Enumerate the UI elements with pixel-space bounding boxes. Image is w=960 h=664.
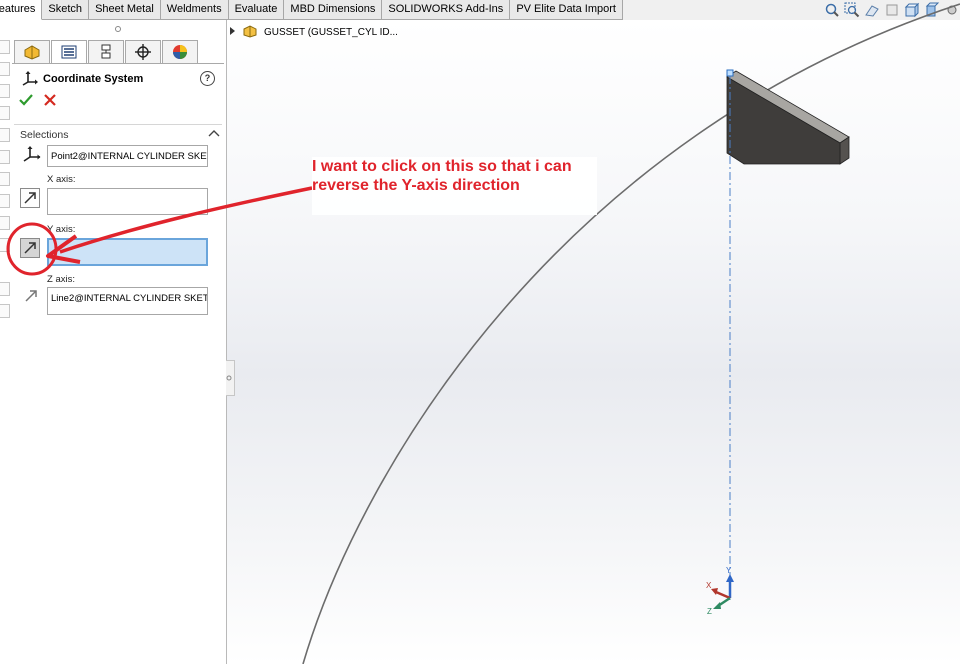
tab-pv-elite-data-import[interactable]: PV Elite Data Import xyxy=(510,0,623,20)
command-manager-tabs: Features Sketch Sheet Metal Weldments Ev… xyxy=(0,0,623,20)
tab-solidworks-add-ins[interactable]: SOLIDWORKS Add-Ins xyxy=(382,0,511,20)
feature-tree-flyout: GUSSET (GUSSET_CYL ID... xyxy=(230,24,398,41)
tab-sheet-metal[interactable]: Sheet Metal xyxy=(89,0,161,20)
reverse-x-axis-button[interactable] xyxy=(20,188,40,208)
origin-field[interactable]: Point2@INTERNAL CYLINDER SKETC xyxy=(47,145,208,167)
collapsed-tree-icons xyxy=(0,20,11,350)
tree-side-icon[interactable] xyxy=(0,282,10,296)
origin-icon xyxy=(22,144,42,164)
z-axis-field[interactable]: Line2@INTERNAL CYLINDER SKETCH xyxy=(47,287,208,315)
view-orientation-icon[interactable] xyxy=(904,2,920,18)
tree-side-icon[interactable] xyxy=(0,84,10,98)
previous-view-icon[interactable] xyxy=(864,2,880,18)
command-manager-tabbar: Features Sketch Sheet Metal Weldments Ev… xyxy=(0,0,960,21)
annotation-line-2: reverse the Y-axis direction xyxy=(312,177,520,194)
tree-side-icon[interactable] xyxy=(0,62,10,76)
tree-side-icon[interactable] xyxy=(0,216,10,230)
tab-propertymanager[interactable] xyxy=(51,40,87,64)
chevron-up-icon[interactable] xyxy=(208,128,220,138)
hide-show-items-icon[interactable] xyxy=(944,2,960,18)
tab-mbd-dimensions[interactable]: MBD Dimensions xyxy=(284,0,383,20)
selections-label: Selections xyxy=(20,129,69,141)
x-axis-field[interactable] xyxy=(47,188,208,215)
tree-side-icon[interactable] xyxy=(0,304,10,318)
tab-weldments[interactable]: Weldments xyxy=(160,0,229,20)
annotation-text: I want to click on this so that i can re… xyxy=(312,157,597,215)
coordinate-system-icon xyxy=(22,70,38,89)
heads-up-view-toolbar xyxy=(824,2,960,18)
tab-configurationmanager[interactable] xyxy=(88,40,124,64)
tree-side-icon[interactable] xyxy=(0,106,10,120)
display-style-icon[interactable] xyxy=(924,2,940,18)
selections-group-header[interactable]: Selections xyxy=(14,124,222,145)
tab-featuremanager[interactable] xyxy=(14,40,50,64)
y-axis-label: Y axis: xyxy=(47,224,76,235)
property-manager-panel: Coordinate System ? Selections Point2@IN… xyxy=(0,20,227,664)
section-view-icon[interactable] xyxy=(884,2,900,18)
tree-side-icon[interactable] xyxy=(0,40,10,54)
cancel-button[interactable] xyxy=(44,94,56,106)
part-icon xyxy=(242,24,258,41)
reverse-y-axis-button[interactable] xyxy=(20,238,40,258)
ok-button[interactable] xyxy=(19,93,33,107)
tree-item-gusset[interactable]: GUSSET (GUSSET_CYL ID... xyxy=(264,27,398,38)
tab-displaymanager[interactable] xyxy=(162,40,198,64)
pm-title: Coordinate System xyxy=(22,70,143,88)
tree-side-icon[interactable] xyxy=(0,150,10,164)
reverse-z-axis-button[interactable] xyxy=(21,286,41,306)
zoom-to-fit-icon[interactable] xyxy=(824,2,840,18)
tree-side-icon[interactable] xyxy=(0,128,10,142)
tree-side-icon[interactable] xyxy=(0,194,10,208)
tree-side-icon[interactable] xyxy=(0,238,10,252)
tree-side-icon[interactable] xyxy=(0,172,10,186)
help-icon[interactable]: ? xyxy=(200,71,215,86)
tabs-divider xyxy=(12,63,224,64)
pm-title-text: Coordinate System xyxy=(43,73,144,85)
zoom-to-area-icon[interactable] xyxy=(844,2,860,18)
tab-evaluate[interactable]: Evaluate xyxy=(228,0,285,20)
y-axis-field[interactable] xyxy=(47,238,208,266)
expand-arrow-icon[interactable] xyxy=(230,27,236,38)
z-axis-label: Z axis: xyxy=(47,274,75,285)
graphics-area[interactable] xyxy=(227,20,960,664)
x-axis-label: X axis: xyxy=(47,174,76,185)
tab-sketch[interactable]: Sketch xyxy=(42,0,90,20)
panel-splitter[interactable] xyxy=(12,24,224,34)
manager-tabs xyxy=(14,40,199,64)
tab-features[interactable]: Features xyxy=(0,0,43,20)
panel-collapse-grip[interactable] xyxy=(226,360,235,396)
tab-dimxpertmanager[interactable] xyxy=(125,40,161,64)
annotation-line-1: I want to click on this so that i can xyxy=(312,158,572,175)
